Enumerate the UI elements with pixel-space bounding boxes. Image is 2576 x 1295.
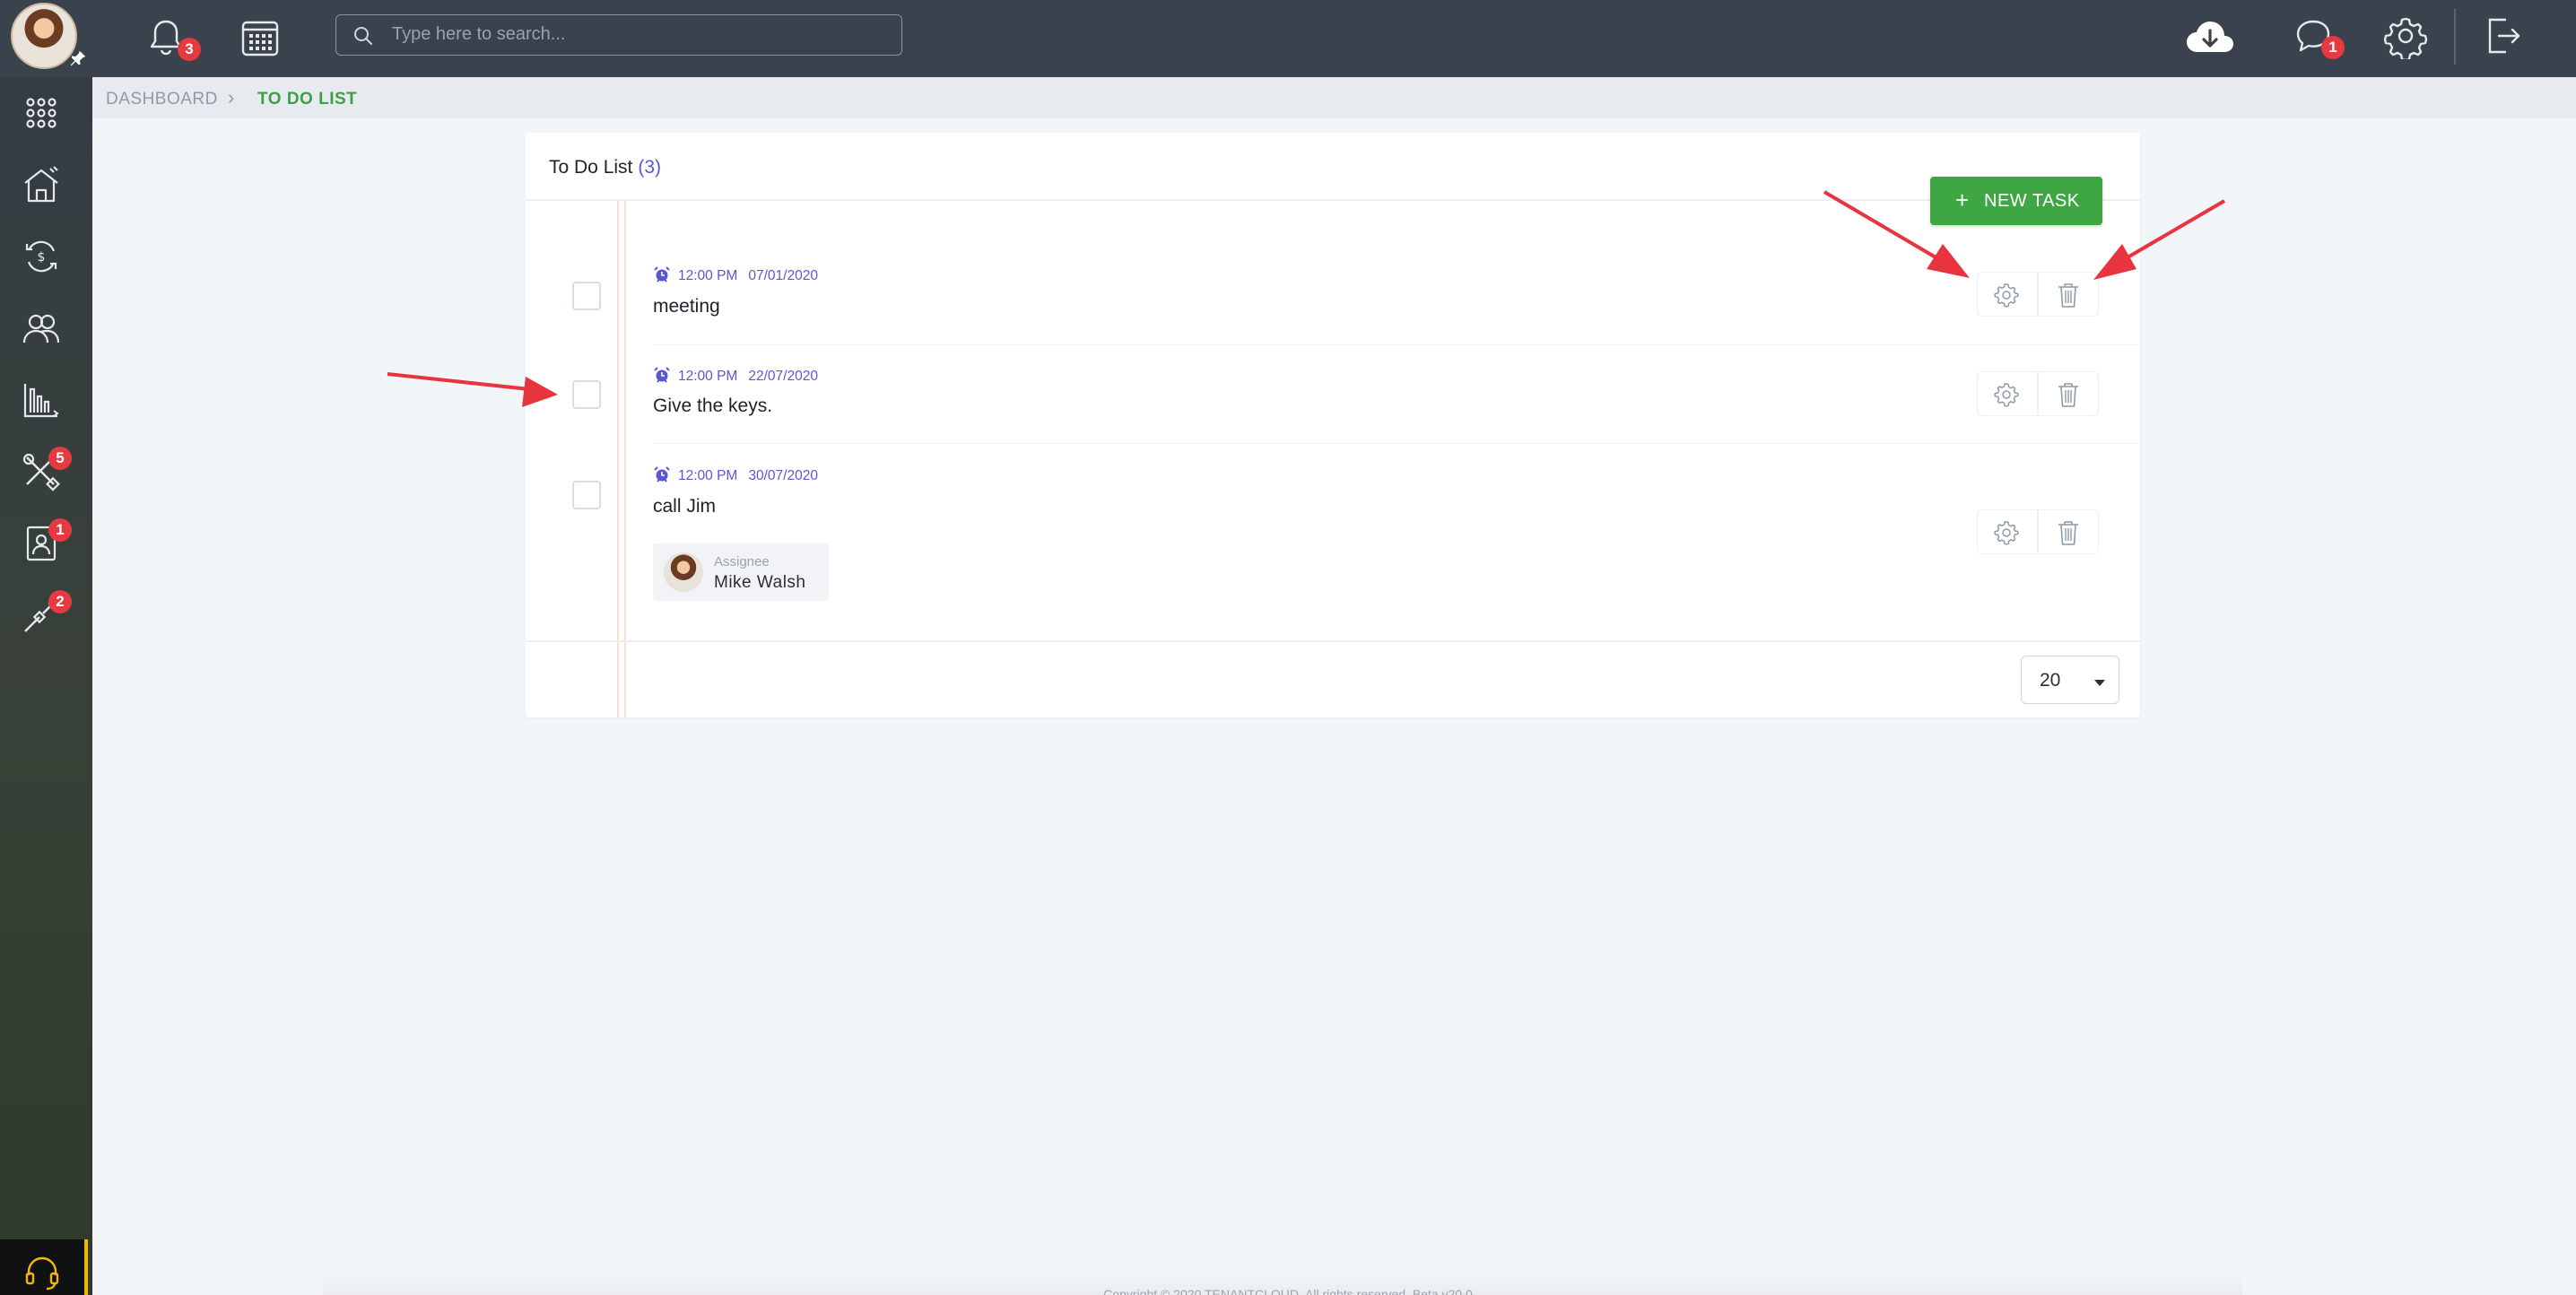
maintenance-badge: 5 xyxy=(48,447,72,470)
calendar-icon xyxy=(241,21,279,56)
user-avatar[interactable] xyxy=(11,3,77,69)
task-title: call Jim xyxy=(653,496,717,517)
reports-icon xyxy=(23,384,59,418)
task-actions xyxy=(1977,371,2099,416)
actions-divider xyxy=(2037,372,2039,414)
task-time: 12:00 PM xyxy=(678,369,738,384)
messages-badge: 1 xyxy=(2321,36,2345,59)
task-count: (3) xyxy=(638,157,662,178)
new-task-button[interactable]: + NEW TASK xyxy=(1930,177,2102,225)
gear-icon xyxy=(2383,17,2428,62)
task-time: 12:00 PM xyxy=(678,268,738,283)
task-date: 30/07/2020 xyxy=(748,468,818,483)
title-text: To Do List xyxy=(549,157,633,178)
actions-divider xyxy=(2037,510,2039,552)
avatar xyxy=(664,552,703,592)
sidebar-item-applications[interactable]: 1 xyxy=(0,508,92,579)
delete-task-trash-icon[interactable] xyxy=(2055,518,2082,547)
applications-badge: 1 xyxy=(48,518,72,542)
assignee-label: Assignee xyxy=(714,554,770,569)
support-button[interactable] xyxy=(0,1239,88,1295)
delete-task-trash-icon[interactable] xyxy=(2055,281,2082,309)
task-checkbox[interactable] xyxy=(572,481,601,509)
edit-task-gear-icon[interactable] xyxy=(1993,381,2020,408)
task-time: 12:00 PM xyxy=(678,468,738,483)
page-size-value: 20 xyxy=(2040,670,2061,691)
alarm-clock-icon xyxy=(654,466,670,482)
task-date: 22/07/2020 xyxy=(748,369,818,384)
task-datetime: 12:00 PM 22/07/2020 xyxy=(653,366,818,385)
sidebar: $ 5 1 2 xyxy=(0,77,92,1295)
task-date: 07/01/2020 xyxy=(748,268,818,283)
delete-task-trash-icon[interactable] xyxy=(2055,380,2082,409)
task-actions xyxy=(1977,509,2099,554)
task-datetime: 12:00 PM 30/07/2020 xyxy=(653,465,818,484)
apps-grid-icon xyxy=(26,98,57,128)
footer-copyright: Copyright © 2020 TENANTCLOUD. All rights… xyxy=(1103,1288,1473,1295)
sidebar-item-properties[interactable] xyxy=(0,149,92,221)
edit-task-gear-icon[interactable] xyxy=(1993,282,2020,309)
settings-button[interactable] xyxy=(2382,13,2429,62)
svg-text:$: $ xyxy=(38,250,46,265)
search-icon xyxy=(354,27,372,45)
assignee-chip[interactable]: Assignee Mike Walsh xyxy=(653,543,829,601)
task-checkbox[interactable] xyxy=(572,380,601,409)
header-divider xyxy=(2454,9,2456,65)
sidebar-item-payments[interactable]: $ xyxy=(0,221,92,292)
sidebar-item-apps[interactable] xyxy=(0,77,92,149)
search-box xyxy=(335,14,902,56)
cloud-download-icon xyxy=(2187,22,2233,52)
home-icon xyxy=(24,166,58,203)
notifications-bell[interactable]: 3 xyxy=(144,16,201,61)
pin-icon[interactable] xyxy=(68,48,88,68)
task-checkbox[interactable] xyxy=(572,282,601,310)
sidebar-item-maintenance[interactable]: 5 xyxy=(0,436,92,508)
payments-icon: $ xyxy=(25,240,57,273)
actions-divider xyxy=(2037,273,2039,315)
breadcrumb-separator: › xyxy=(228,86,235,109)
edit-task-gear-icon[interactable] xyxy=(1993,519,2020,546)
plus-icon: + xyxy=(1955,187,1970,213)
task-title: Give the keys. xyxy=(653,395,773,416)
task-datetime: 12:00 PM 07/01/2020 xyxy=(653,265,818,284)
sidebar-item-reports[interactable] xyxy=(0,364,92,436)
task-actions xyxy=(1977,272,2099,317)
download-button[interactable] xyxy=(2183,16,2237,59)
top-bar: 3 1 xyxy=(0,0,2576,77)
notifications-badge: 3 xyxy=(178,38,201,61)
sidebar-item-people[interactable] xyxy=(0,292,92,364)
caret-down-icon xyxy=(2094,680,2105,686)
breadcrumb: DASHBOARD › TO DO LIST xyxy=(92,77,2576,118)
new-task-label: NEW TASK xyxy=(1984,191,2080,211)
task-title: meeting xyxy=(653,296,720,317)
page-title: To Do List (3) xyxy=(549,157,661,178)
todo-card: To Do List (3) + NEW TASK 12:00 PM 07/01/2… xyxy=(526,133,2140,717)
task-divider xyxy=(653,443,2140,444)
assignee-name: Mike Walsh xyxy=(714,573,806,592)
breadcrumb-current: TO DO LIST xyxy=(257,90,358,109)
people-icon xyxy=(22,314,60,343)
search-input[interactable] xyxy=(392,15,894,54)
card-header: To Do List (3) xyxy=(526,133,2140,201)
calendar-button[interactable] xyxy=(239,16,282,59)
alarm-clock-icon xyxy=(654,266,670,282)
logout-button[interactable] xyxy=(2479,13,2526,59)
messages-button[interactable]: 1 xyxy=(2291,14,2345,59)
tools-badge: 2 xyxy=(48,590,72,613)
card-footer-divider xyxy=(526,640,2140,642)
breadcrumb-dashboard-link[interactable]: DASHBOARD xyxy=(106,90,218,109)
task-divider xyxy=(653,344,2140,345)
alarm-clock-icon xyxy=(654,367,670,383)
sidebar-item-tools[interactable]: 2 xyxy=(0,579,92,651)
page-size-select[interactable]: 20 xyxy=(2021,656,2119,704)
logout-icon xyxy=(2488,18,2520,54)
